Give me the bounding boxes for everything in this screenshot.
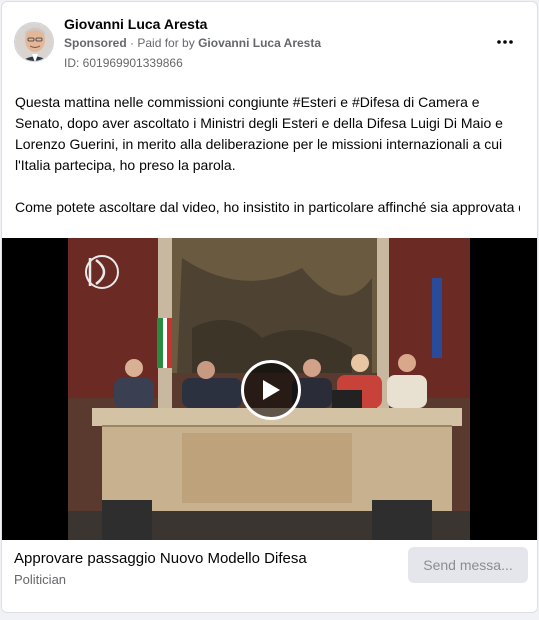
send-message-button[interactable]: Send messa... bbox=[408, 547, 528, 583]
play-icon bbox=[263, 380, 280, 400]
paid-by-name: Giovanni Luca Aresta bbox=[198, 36, 322, 50]
sponsored-meta: Sponsored · Paid for by Giovanni Luca Ar… bbox=[64, 36, 321, 50]
paid-for-label: Paid for by bbox=[137, 36, 195, 50]
ad-id: ID: 601969901339866 bbox=[64, 56, 183, 70]
post-paragraph-2: Come potete ascoltare dal video, ho insi… bbox=[15, 199, 520, 215]
post-header: Giovanni Luca Aresta Sponsored · Paid fo… bbox=[14, 14, 525, 74]
post-paragraph-1: Questa mattina nelle commissioni congiun… bbox=[15, 94, 503, 173]
page-category: Politician bbox=[14, 572, 67, 587]
ad-post-card: Giovanni Luca Aresta Sponsored · Paid fo… bbox=[1, 1, 538, 613]
play-button[interactable] bbox=[241, 360, 301, 420]
avatar[interactable] bbox=[14, 22, 54, 62]
post-text: Questa mattina nelle commissioni congiun… bbox=[15, 92, 520, 218]
ad-footer: Approvare passaggio Nuovo Modello Difesa… bbox=[2, 540, 537, 612]
ad-headline[interactable]: Approvare passaggio Nuovo Modello Difesa bbox=[14, 550, 307, 567]
more-options-button[interactable] bbox=[493, 30, 517, 54]
author-name[interactable]: Giovanni Luca Aresta bbox=[64, 16, 207, 32]
more-dots-icon bbox=[497, 40, 513, 44]
sponsored-label: Sponsored bbox=[64, 36, 127, 50]
video-player[interactable] bbox=[2, 238, 537, 540]
